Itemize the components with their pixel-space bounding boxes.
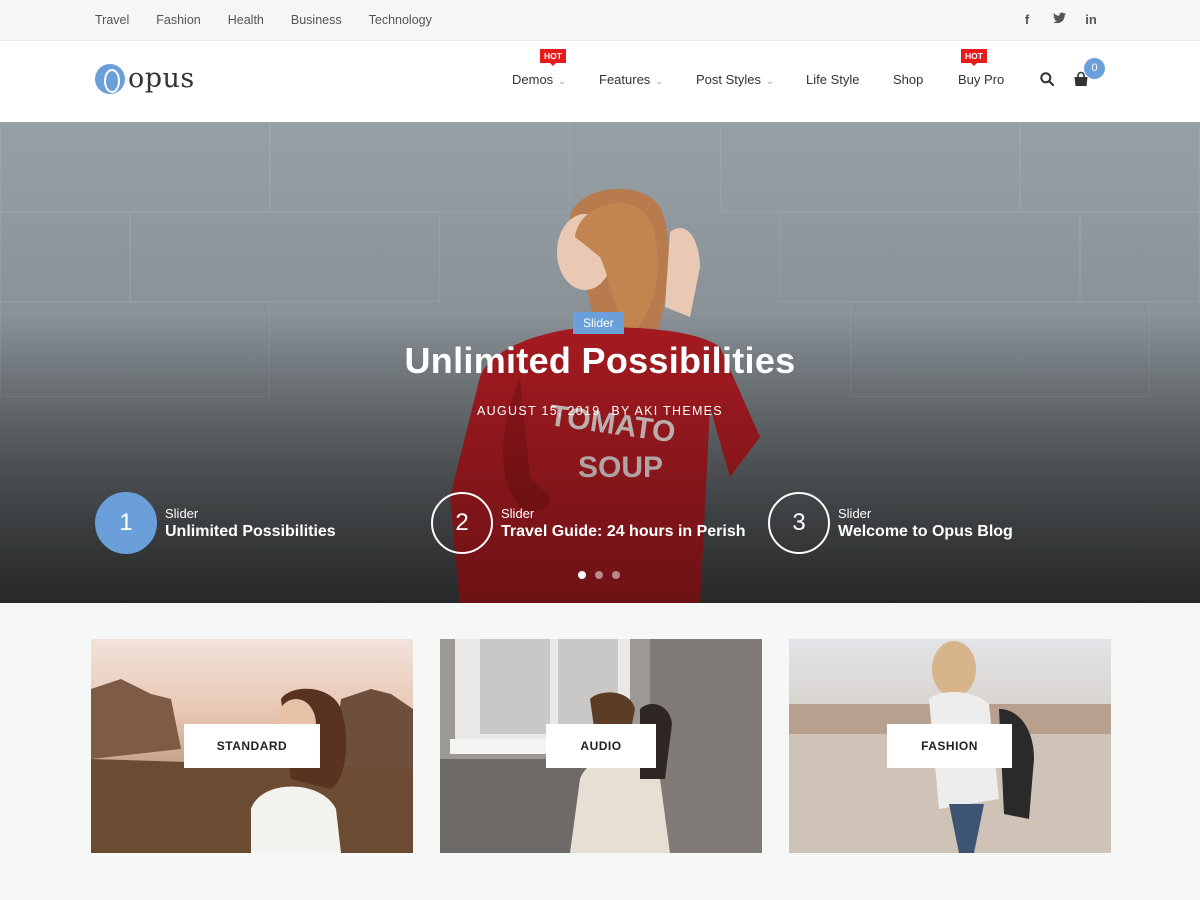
nav-label: Life Style — [806, 72, 860, 87]
top-link-health[interactable]: Health — [228, 13, 264, 27]
slider-dot-2[interactable] — [595, 571, 603, 579]
slide-number-badge: 2 — [431, 492, 493, 554]
chevron-down-icon: ⌄ — [766, 76, 774, 86]
category-card-audio[interactable]: AUDIO — [440, 639, 762, 853]
social-links: f in — [1021, 12, 1097, 27]
slide-thumb-text: Slider Unlimited Possibilities — [165, 506, 336, 541]
top-category-nav: Travel Fashion Health Business Technolog… — [95, 13, 459, 27]
slider-dot-1[interactable] — [578, 571, 586, 579]
top-link-fashion[interactable]: Fashion — [156, 13, 200, 27]
nav-item-shop[interactable]: Shop — [893, 72, 923, 87]
top-link-business[interactable]: Business — [291, 13, 342, 27]
category-card-standard[interactable]: STANDARD — [91, 639, 413, 853]
hero-category-badge[interactable]: Slider — [573, 312, 624, 334]
category-label[interactable]: AUDIO — [546, 724, 656, 768]
nav-label: Shop — [893, 72, 924, 87]
slide-title: Travel Guide: 24 hours in Perish — [501, 522, 746, 540]
slider-pagination — [578, 571, 620, 579]
slide-title: Welcome to Opus Blog — [838, 522, 1013, 540]
category-card-fashion[interactable]: FASHION — [789, 639, 1111, 853]
nav-label: Post Styles — [696, 72, 762, 87]
nav-item-buy-pro[interactable]: HOT Buy Pro — [958, 49, 1005, 87]
cart-count-badge: 0 — [1084, 58, 1105, 79]
hero-meta: AUGUST 15, 2019 BY AKI THEMES — [0, 404, 1200, 418]
hero-slider[interactable]: TOMATO SOUP Slider Unlimited Possibiliti… — [0, 122, 1200, 603]
slide-number-badge: 3 — [768, 492, 830, 554]
nav-label: Buy Pro — [958, 72, 1005, 87]
slider-dot-3[interactable] — [612, 571, 620, 579]
site-header: opus HOT Demos ⌄ Features ⌄ Post Styles ⌄ L… — [0, 41, 1200, 122]
top-bar: Travel Fashion Health Business Technolog… — [0, 0, 1200, 41]
main-nav: HOT Demos ⌄ Features ⌄ Post Styles ⌄ Life S… — [0, 49, 1200, 92]
hot-badge: HOT — [540, 49, 566, 66]
nav-item-features[interactable]: Features ⌄ — [599, 72, 663, 87]
category-label[interactable]: FASHION — [887, 724, 1012, 768]
chevron-down-icon: ⌄ — [655, 76, 663, 86]
twitter-icon[interactable] — [1053, 12, 1066, 27]
slide-category: Slider — [838, 505, 872, 521]
slide-thumb-text: Slider Welcome to Opus Blog — [838, 506, 1013, 541]
category-label[interactable]: STANDARD — [184, 724, 320, 768]
slide-title: Unlimited Possibilities — [165, 522, 336, 540]
hero-date[interactable]: AUGUST 15, 2019 — [477, 404, 601, 418]
slide-category: Slider — [165, 505, 199, 521]
slide-thumb-text: Slider Travel Guide: 24 hours in Perish — [501, 506, 746, 541]
facebook-icon[interactable]: f — [1021, 12, 1033, 27]
hero-title[interactable]: Unlimited Possibilities — [0, 340, 1200, 382]
slide-thumb-3[interactable]: 3 Slider Welcome to Opus Blog — [768, 492, 1013, 554]
slide-thumb-1[interactable]: 1 Slider Unlimited Possibilities — [95, 492, 336, 554]
nav-label: Features — [599, 72, 651, 87]
nav-item-life-style[interactable]: Life Style — [806, 72, 859, 87]
slide-thumb-2[interactable]: 2 Slider Travel Guide: 24 hours in Peris… — [431, 492, 746, 554]
slide-category: Slider — [501, 505, 535, 521]
top-link-technology[interactable]: Technology — [369, 13, 432, 27]
nav-label: Demos — [512, 72, 554, 87]
top-link-travel[interactable]: Travel — [95, 13, 129, 27]
linkedin-icon[interactable]: in — [1085, 12, 1097, 27]
hero-author[interactable]: BY AKI THEMES — [611, 404, 723, 418]
slide-number-badge: 1 — [95, 492, 157, 554]
hot-badge: HOT — [961, 49, 987, 66]
nav-item-post-styles[interactable]: Post Styles ⌄ — [696, 72, 774, 87]
search-icon[interactable] — [1040, 72, 1054, 86]
chevron-down-icon: ⌄ — [558, 76, 566, 86]
nav-item-demos[interactable]: HOT Demos ⌄ — [512, 49, 566, 87]
